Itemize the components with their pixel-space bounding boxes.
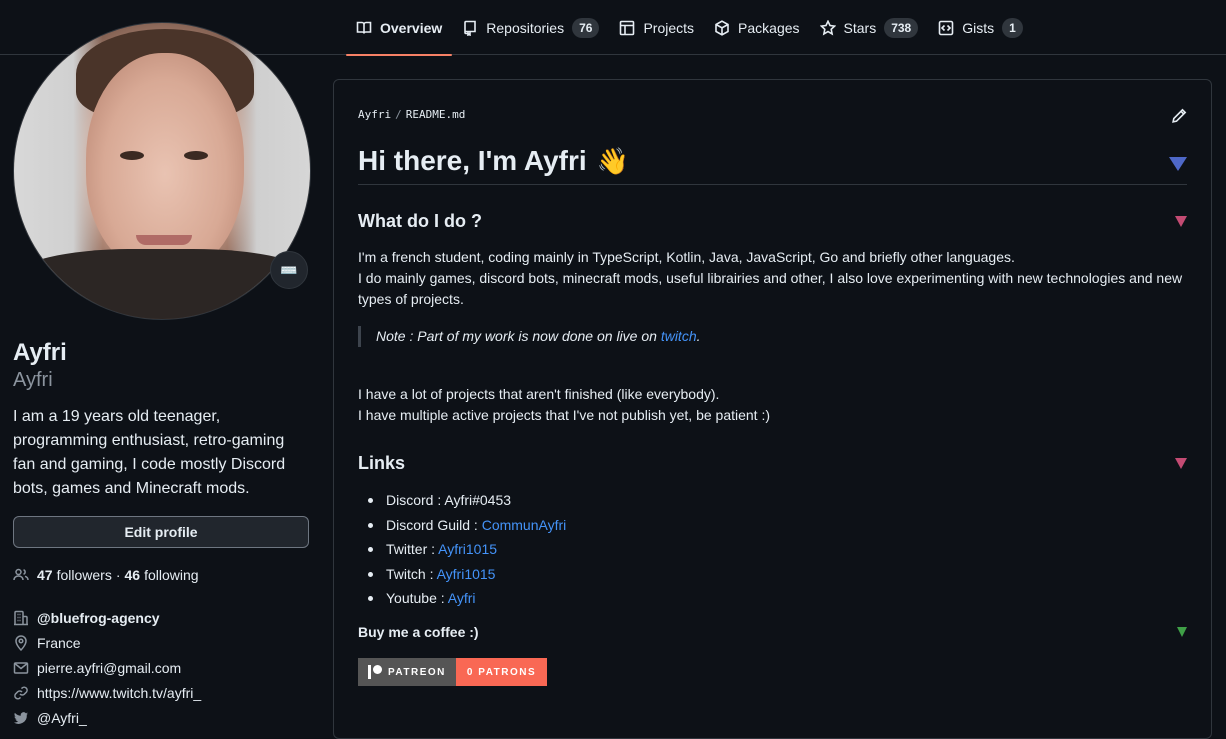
repo-icon (464, 20, 477, 36)
list-item: Twitch : Ayfri1015 (358, 564, 1187, 584)
list-item: Discord : Ayfri#0453 (358, 490, 1187, 510)
email-item[interactable]: pierre.ayfri@gmail.com (13, 655, 309, 680)
section-what-do-i-do: What do I do ? (358, 209, 1187, 233)
repositories-count: 76 (572, 17, 600, 38)
tab-stars[interactable]: Stars 738 (810, 0, 929, 55)
email-text: pierre.ayfri@gmail.com (37, 659, 182, 676)
profile-name: Ayfri (13, 339, 67, 366)
book-icon (356, 21, 372, 34)
code-square-icon (938, 20, 954, 35)
tab-overview-label: Overview (380, 19, 443, 36)
projects-line-1: I have a lot of projects that aren't fin… (358, 386, 720, 402)
patreon-badge[interactable]: PATREON 0 PATRONS (358, 658, 1187, 687)
tab-packages-label: Packages (738, 19, 800, 36)
people-icon (13, 568, 29, 581)
discord-tag: Ayfri#0453 (444, 492, 512, 508)
tab-projects-label: Projects (643, 19, 695, 36)
readme-content: Hi there, I'm Ayfri 👋 What do I do ? I'm … (358, 140, 1187, 687)
mail-icon (13, 661, 29, 674)
followers-count[interactable]: 47 (37, 567, 53, 583)
location-icon (15, 634, 27, 651)
tab-repositories[interactable]: Repositories 76 (452, 0, 609, 55)
twitter-item[interactable]: @Ayfri_ (13, 705, 309, 730)
stars-count: 738 (884, 17, 919, 38)
gists-count: 1 (1002, 17, 1023, 38)
avatar-container: ⌨️ (13, 22, 311, 320)
status-emoji-button[interactable]: ⌨️ (270, 251, 308, 289)
readme-breadcrumb: Ayfri / README.md (358, 108, 466, 121)
tab-projects[interactable]: Projects (609, 0, 704, 55)
list-item: Twitter : Ayfri1015 (358, 539, 1187, 559)
list-item: Youtube : Ayfri (358, 588, 1187, 608)
tab-gists-label: Gists (962, 19, 995, 36)
table-icon (620, 20, 635, 35)
youtube-link[interactable]: Ayfri (448, 590, 476, 606)
about-line-2: I do mainly games, discord bots, minecra… (358, 270, 1183, 307)
patreon-label: PATREON (388, 666, 446, 678)
twitch-note: Note : Part of my work is now done on li… (358, 326, 1187, 347)
readme-card: Ayfri / README.md Hi there, I'm Ayfri 👋 Wha… (333, 79, 1212, 739)
triangle-pink-icon (1175, 458, 1187, 469)
section-links: Links (358, 451, 1187, 475)
tab-repositories-label: Repositories (486, 19, 565, 36)
list-item: Discord Guild : CommunAyfri (358, 515, 1187, 535)
triangle-pink-icon (1175, 216, 1187, 227)
link-icon (14, 685, 28, 700)
profile-bio: I am a 19 years old teenager, programmin… (13, 408, 286, 497)
patreon-count: 0 PATRONS (466, 666, 537, 678)
avatar[interactable] (13, 22, 311, 320)
triangle-green-icon (1177, 627, 1187, 638)
edit-readme-button[interactable] (1171, 108, 1187, 124)
readme-title: Hi there, I'm Ayfri 👋 (358, 140, 1187, 185)
profile-details: @bluefrog-agency France pierre.ayfri@gma… (13, 605, 309, 730)
organization-icon (14, 610, 28, 625)
pencil-icon (1172, 108, 1187, 123)
keyboard-icon: ⌨️ (280, 261, 298, 278)
breadcrumb-file[interactable]: README.md (406, 108, 466, 121)
tab-stars-label: Stars (843, 19, 877, 36)
twitch-link[interactable]: twitch (661, 328, 697, 344)
organization-text: @bluefrog-agency (37, 609, 160, 626)
follow-stats: 47 followers · 46 following (13, 567, 309, 583)
tab-overview[interactable]: Overview (346, 0, 453, 56)
twitter-link[interactable]: Ayfri1015 (438, 541, 497, 557)
profile-sidebar: ⌨️ Ayfri Ayfri I am a 19 years old teena… (13, 22, 311, 730)
readme-title-text: Hi there, I'm Ayfri (358, 145, 587, 176)
twitch-channel-link[interactable]: Ayfri1015 (437, 566, 496, 582)
triangle-blue-icon (1169, 157, 1187, 171)
about-line-1: I'm a french student, coding mainly in T… (358, 249, 1015, 265)
section-coffee: Buy me a coffee :) (358, 622, 1187, 642)
tab-gists[interactable]: Gists 1 (928, 0, 1033, 55)
twitter-icon (13, 711, 28, 724)
projects-line-2: I have multiple active projects that I'v… (358, 407, 771, 423)
profile-login: Ayfri (13, 369, 53, 391)
edit-profile-button[interactable]: Edit profile (13, 516, 309, 548)
waving-hand-icon: 👋 (596, 146, 630, 176)
following-count[interactable]: 46 (125, 567, 141, 583)
twitter-text: @Ayfri_ (37, 709, 87, 726)
website-text: https://www.twitch.tv/ayfri_ (37, 684, 202, 701)
location-text: France (37, 634, 81, 651)
breadcrumb-user[interactable]: Ayfri (358, 108, 391, 121)
patreon-icon (368, 665, 382, 680)
organization-item[interactable]: @bluefrog-agency (13, 605, 309, 630)
followers-label[interactable]: followers (57, 567, 112, 583)
following-label[interactable]: following (144, 567, 198, 583)
star-icon (819, 19, 836, 35)
location-item: France (13, 630, 309, 655)
profile-tabs: Overview Repositories 76 Projects Packag… (346, 0, 1033, 56)
discord-guild-link[interactable]: CommunAyfri (482, 517, 567, 533)
tab-packages[interactable]: Packages (704, 0, 809, 55)
website-item[interactable]: https://www.twitch.tv/ayfri_ (13, 680, 309, 705)
links-list: Discord : Ayfri#0453 Discord Guild : Com… (358, 490, 1187, 608)
package-icon (715, 19, 729, 36)
